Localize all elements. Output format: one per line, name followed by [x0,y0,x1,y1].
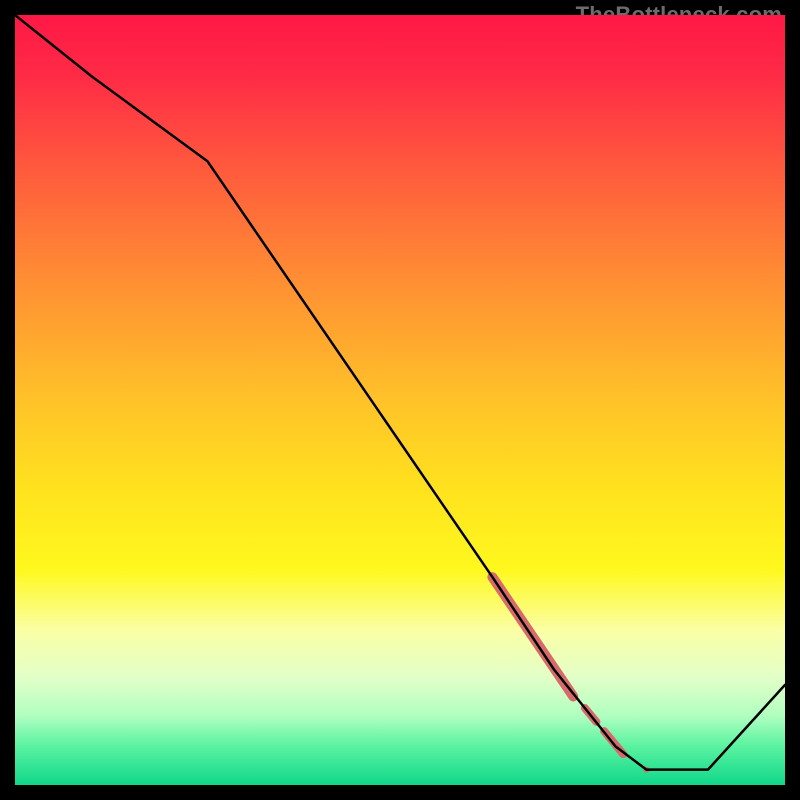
plot-area [15,15,785,785]
curve-line [15,15,785,770]
highlight-group [492,577,649,773]
chart-overlay [15,15,785,785]
chart-container: TheBottleneck.com [0,0,800,800]
